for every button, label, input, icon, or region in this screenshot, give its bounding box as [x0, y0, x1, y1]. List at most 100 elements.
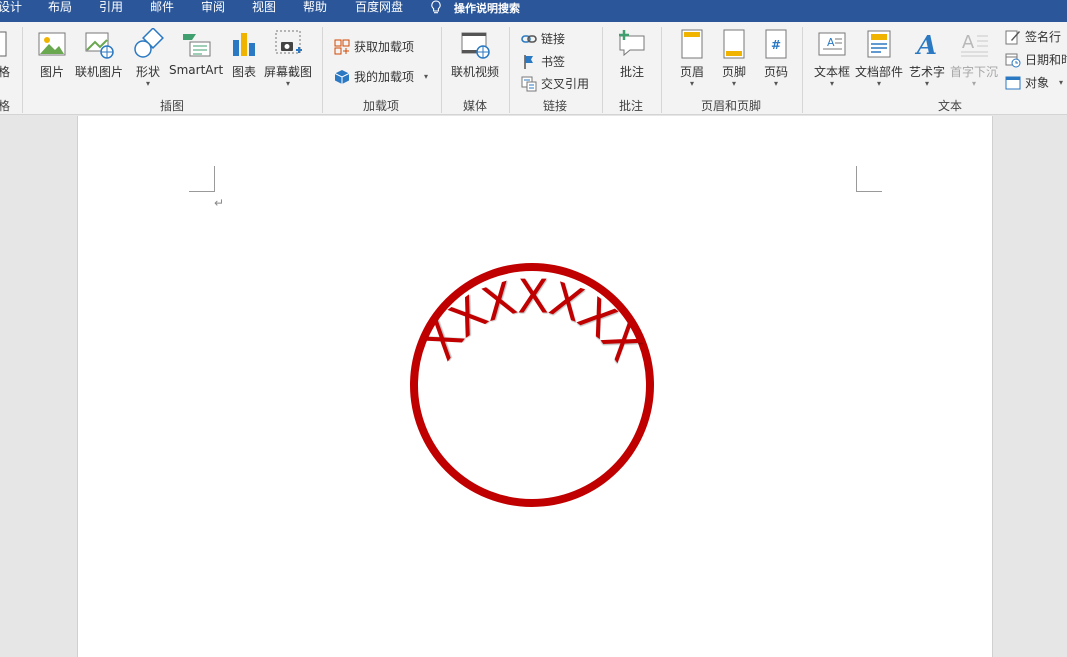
cross-reference-button[interactable]: 交叉引用: [521, 75, 589, 92]
tab-mailings[interactable]: 邮件: [150, 0, 174, 22]
link-icon: [521, 31, 537, 47]
object-icon: [1005, 75, 1021, 91]
online-video-label: 联机视频: [451, 65, 500, 79]
smartart-icon: [180, 28, 212, 60]
tell-me-label: 操作说明搜索: [454, 2, 520, 15]
comments-group-label: 批注: [619, 99, 644, 113]
cube-icon: [334, 69, 350, 85]
my-addins-label: 我的加载项: [354, 70, 415, 84]
chevron-down-icon: ▾: [145, 79, 150, 88]
document-page[interactable]: ↵ XXXXXXX: [77, 116, 993, 657]
tab-help[interactable]: 帮助: [303, 0, 327, 22]
chevron-down-icon: ▾: [925, 79, 930, 88]
tab-layout[interactable]: 布局: [48, 0, 72, 22]
page-number-button[interactable]: # 页码 ▾: [760, 28, 792, 88]
date-time-button[interactable]: 日期和时: [1005, 51, 1067, 68]
picture-label: 图片: [39, 65, 64, 79]
wordart-button[interactable]: A 艺术字 ▾: [909, 28, 946, 88]
online-picture-icon: [83, 28, 115, 60]
screenshot-button[interactable]: 屏幕截图 ▾: [264, 28, 313, 88]
comment-label: 批注: [619, 65, 644, 79]
link-button[interactable]: 链接: [521, 30, 565, 47]
chevron-down-icon: ▾: [1059, 78, 1064, 87]
header-footer-group-label: 页眉和页脚: [701, 99, 762, 113]
online-video-icon: [459, 28, 491, 60]
header-label: 页眉: [679, 65, 704, 79]
chevron-down-icon: ▾: [830, 79, 835, 88]
footer-button[interactable]: 页脚 ▾: [718, 28, 750, 88]
object-button[interactable]: 对象 ▾: [1005, 74, 1063, 91]
svg-text:A: A: [914, 31, 937, 60]
wordart-icon: A: [911, 28, 943, 61]
textbox-button[interactable]: A 文本框 ▾: [814, 28, 850, 88]
svg-text:#: #: [771, 38, 781, 52]
cross-reference-icon: [521, 76, 537, 92]
drop-cap-icon: A: [958, 28, 990, 60]
shapes-button[interactable]: 形状 ▾: [132, 27, 164, 88]
text-group-label: 文本: [938, 99, 963, 113]
signature-line-button[interactable]: 签名行: [1005, 28, 1061, 45]
svg-text:A: A: [962, 32, 975, 53]
group-separator: [322, 27, 323, 113]
get-addins-button[interactable]: 获取加载项: [334, 38, 414, 55]
quick-parts-button[interactable]: 文档部件 ▾: [855, 28, 903, 88]
tab-baidu-netdisk[interactable]: 百度网盘: [355, 0, 403, 22]
footer-label: 页脚: [721, 65, 746, 79]
chart-button[interactable]: 图表: [228, 28, 260, 80]
addin-grid-icon: [334, 39, 350, 55]
tab-references[interactable]: 引用: [99, 0, 123, 22]
header-button[interactable]: 页眉 ▾: [676, 28, 708, 88]
online-video-button[interactable]: 联机视频: [451, 28, 499, 80]
top-right-margin-mark: [856, 166, 882, 192]
comment-icon: [616, 28, 648, 60]
tab-view[interactable]: 视图: [252, 0, 276, 22]
get-addins-label: 获取加载项: [354, 40, 415, 54]
group-separator: [441, 27, 442, 113]
chevron-down-icon: ▾: [286, 79, 291, 88]
illustrations-group-label: 插图: [160, 99, 185, 113]
bar-chart-icon: [228, 28, 260, 60]
shapes-label: 形状: [135, 65, 160, 79]
svg-text:A: A: [827, 36, 835, 49]
picture-button[interactable]: 图片: [36, 28, 68, 80]
smartart-label: SmartArt: [169, 63, 224, 77]
quick-parts-icon: [863, 28, 895, 60]
chevron-down-icon: ▾: [424, 72, 429, 81]
group-separator: [602, 27, 603, 113]
tab-review[interactable]: 审阅: [201, 0, 225, 22]
group-separator: [509, 27, 510, 113]
signature-pen-icon: [1005, 29, 1021, 45]
partial-button-label: 格: [0, 65, 11, 79]
bookmark-button[interactable]: 书签: [521, 53, 565, 70]
wordart-label: 艺术字: [909, 65, 946, 79]
drop-cap-button: A 首字下沉 ▾: [950, 28, 998, 88]
bookmark-label: 书签: [541, 55, 566, 69]
chevron-down-icon: ▾: [972, 79, 977, 88]
header-icon: [676, 28, 708, 60]
flag-icon: [521, 54, 537, 70]
page-icon: [0, 28, 10, 60]
tab-design[interactable]: 设计: [0, 0, 22, 22]
ribbon: 格 格 图片 联机图片 形状 ▾ SmartArt 图表 屏幕截图 ▾ 插图 获…: [0, 22, 1067, 115]
date-time-label: 日期和时: [1025, 53, 1067, 67]
red-seal[interactable]: XXXXXXX: [407, 260, 657, 510]
chevron-down-icon: ▾: [773, 79, 778, 88]
tell-me-search[interactable]: 操作说明搜索: [430, 0, 520, 22]
my-addins-button[interactable]: 我的加载项 ▾: [334, 68, 428, 85]
smartart-button[interactable]: SmartArt: [169, 28, 223, 77]
group-separator: [661, 27, 662, 113]
partial-button[interactable]: 格: [0, 28, 10, 80]
screenshot-label: 屏幕截图: [264, 65, 313, 79]
signature-line-label: 签名行: [1025, 30, 1062, 44]
page-number-label: 页码: [763, 65, 788, 79]
lightbulb-icon: [431, 0, 441, 14]
addins-group-label: 加载项: [363, 99, 400, 113]
links-group-label: 链接: [543, 99, 568, 113]
comment-button[interactable]: 批注: [616, 28, 648, 80]
cross-reference-label: 交叉引用: [541, 77, 590, 91]
page-number-icon: #: [760, 28, 792, 60]
online-picture-button[interactable]: 联机图片: [75, 28, 123, 80]
picture-icon: [36, 28, 68, 60]
chevron-down-icon: ▾: [731, 79, 736, 88]
group-separator: [802, 27, 803, 113]
